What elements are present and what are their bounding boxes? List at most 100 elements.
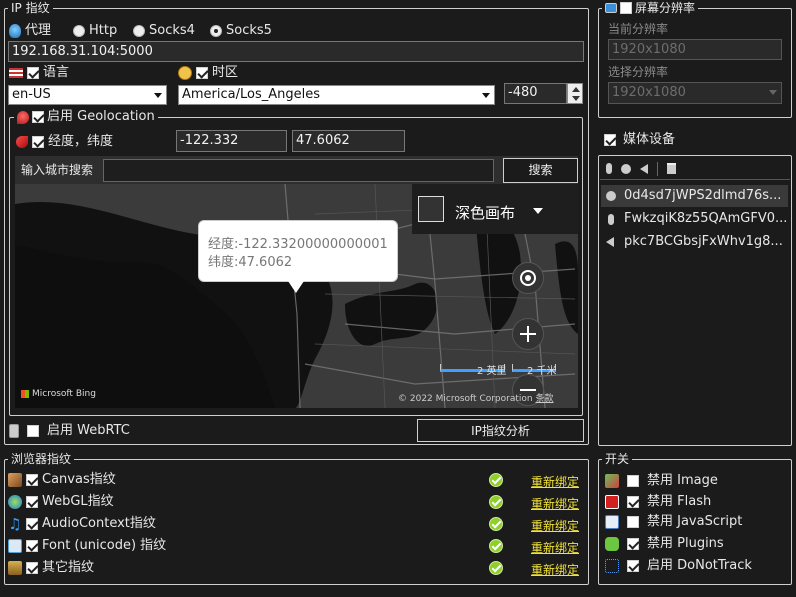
- rebind-link-font[interactable]: 重新绑定: [531, 539, 579, 556]
- flash-icon: [605, 495, 619, 509]
- stepper-down-icon[interactable]: [572, 96, 580, 101]
- media-device-item[interactable]: 0d4sd7jWPS2dlmd76s...: [601, 185, 788, 207]
- locate-me-button[interactable]: [512, 262, 544, 294]
- proxy-address-input[interactable]: 192.168.31.104:5000: [8, 41, 584, 62]
- map-style-thumbnail: [418, 196, 444, 222]
- bing-logo: Microsoft Bing: [21, 389, 96, 399]
- timezone-checkbox[interactable]: [196, 67, 208, 79]
- proxy-label: 代理: [25, 23, 52, 38]
- timezone-row: 时区: [178, 65, 238, 81]
- protocol-socks4-radio[interactable]: [133, 25, 145, 37]
- disable-plugins-checkbox[interactable]: [627, 538, 639, 550]
- current-resolution-label: 当前分辨率: [608, 22, 669, 36]
- latlng-row: 经度，纬度: [16, 134, 113, 150]
- geolocation-checkbox[interactable]: [32, 111, 44, 123]
- timezone-select[interactable]: America/Los_Angeles: [178, 85, 495, 105]
- disable-javascript-checkbox[interactable]: [627, 516, 639, 528]
- webrtc-label: 启用 WebRTC: [47, 423, 130, 438]
- speaker-icon[interactable]: [640, 163, 648, 174]
- protocol-socks5-label: Socks5: [226, 23, 272, 38]
- protocol-socks5-radio[interactable]: [210, 25, 222, 37]
- switch-row-donottrack: 启用 DoNotTrack: [605, 558, 752, 574]
- ip-analysis-button[interactable]: IP指纹分析: [417, 419, 584, 442]
- plugin-icon: [605, 537, 619, 551]
- toolbar-divider: [657, 161, 658, 176]
- bulb-icon: [9, 24, 21, 38]
- latlng-checkbox[interactable]: [32, 136, 44, 148]
- webrtc-checkbox[interactable]: [27, 425, 39, 437]
- pushpin-icon: [16, 136, 28, 148]
- microphone-icon[interactable]: [606, 163, 612, 174]
- webcam-icon[interactable]: [621, 163, 631, 174]
- timezone-select-value: America/Los_Angeles: [182, 87, 321, 102]
- popup-longitude: 经度:-122.33200000000001: [208, 237, 388, 252]
- font-checkbox[interactable]: [26, 540, 38, 552]
- status-ok-icon: [489, 561, 503, 575]
- protocol-socks5[interactable]: Socks5: [210, 23, 272, 39]
- media-device-item[interactable]: FwkzqiK8z55QAmGFV0...: [601, 208, 788, 230]
- timezone-offset-input[interactable]: -480: [504, 83, 567, 104]
- scale-miles-label: 2 英里: [477, 366, 507, 377]
- geolocation-label: 启用 Geolocation: [47, 109, 155, 124]
- switch-row-image: 禁用 Image: [605, 473, 718, 489]
- media-devices-checkbox[interactable]: [604, 134, 616, 146]
- fingerprint-row-webgl: WebGL指纹: [8, 494, 114, 510]
- language-select[interactable]: en-US: [8, 85, 167, 105]
- geolocation-title: 启用 Geolocation: [14, 109, 158, 125]
- map-terms-link[interactable]: 条款: [535, 394, 553, 404]
- donottrack-icon: [605, 559, 619, 573]
- screen-resolution-title: 屏幕分辨率: [602, 0, 699, 16]
- webcam-icon: [606, 191, 616, 201]
- us-flag-icon: [9, 68, 23, 78]
- media-toolbar: [600, 158, 790, 180]
- language-row: 语言: [9, 65, 69, 81]
- image-icon: [605, 474, 619, 488]
- stepper-up-icon[interactable]: [572, 87, 580, 92]
- longitude-input[interactable]: -122.332: [176, 130, 287, 152]
- other-checkbox[interactable]: [26, 562, 38, 574]
- language-checkbox[interactable]: [27, 67, 39, 79]
- protocol-http[interactable]: Http: [73, 23, 117, 39]
- language-label: 语言: [43, 65, 70, 80]
- zoom-in-button[interactable]: [512, 318, 544, 350]
- microphone-icon: [608, 213, 614, 225]
- offset-stepper[interactable]: [567, 83, 583, 104]
- canvas-checkbox[interactable]: [26, 474, 38, 486]
- disable-image-checkbox[interactable]: [627, 475, 639, 487]
- media-device-item[interactable]: pkc7BCGbsjFxWhv1g8...: [601, 231, 788, 253]
- switches-title: 开关: [602, 451, 633, 467]
- protocol-socks4-label: Socks4: [149, 23, 195, 38]
- webgl-checkbox[interactable]: [26, 496, 38, 508]
- location-pin-icon: [17, 110, 29, 124]
- search-button[interactable]: 搜索: [503, 158, 578, 183]
- rebind-link-canvas[interactable]: 重新绑定: [531, 473, 579, 490]
- disable-flash-checkbox[interactable]: [627, 496, 639, 508]
- status-ok-icon: [489, 539, 503, 553]
- popup-latitude: 纬度:47.6062: [208, 255, 293, 270]
- city-search-label: 输入城市搜索: [21, 163, 94, 177]
- trash-icon[interactable]: [667, 163, 676, 174]
- audio-checkbox[interactable]: [26, 518, 38, 530]
- fingerprint-row-other: 其它指纹: [8, 560, 94, 576]
- screen-resolution-checkbox[interactable]: [620, 2, 632, 14]
- current-resolution-input: 1920x1080: [608, 39, 782, 60]
- protocol-socks4[interactable]: Socks4: [133, 23, 195, 39]
- enable-donottrack-checkbox[interactable]: [627, 560, 639, 572]
- webrtc-icon: [9, 424, 19, 438]
- city-search-input[interactable]: [103, 159, 494, 182]
- map-view[interactable]: 深色画布 经度:-122.33200000000001 纬度:47.6062 2…: [15, 184, 578, 408]
- latitude-input[interactable]: 47.6062: [292, 130, 405, 152]
- protocol-http-radio[interactable]: [73, 25, 85, 37]
- switch-row-javascript: 禁用 JavaScript: [605, 514, 742, 530]
- status-ok-icon: [489, 473, 503, 487]
- map-copyright: © 2022 Microsoft Corporation 条款: [398, 394, 554, 404]
- rebind-link-other[interactable]: 重新绑定: [531, 561, 579, 578]
- font-icon: [8, 539, 22, 553]
- rebind-link-audio[interactable]: 重新绑定: [531, 517, 579, 534]
- rebind-link-webgl[interactable]: 重新绑定: [531, 495, 579, 512]
- javascript-icon: [605, 515, 619, 529]
- status-ok-icon: [489, 517, 503, 531]
- canvas-icon: [8, 473, 22, 487]
- clock-icon: [178, 66, 192, 80]
- popup-pointer: [288, 281, 304, 293]
